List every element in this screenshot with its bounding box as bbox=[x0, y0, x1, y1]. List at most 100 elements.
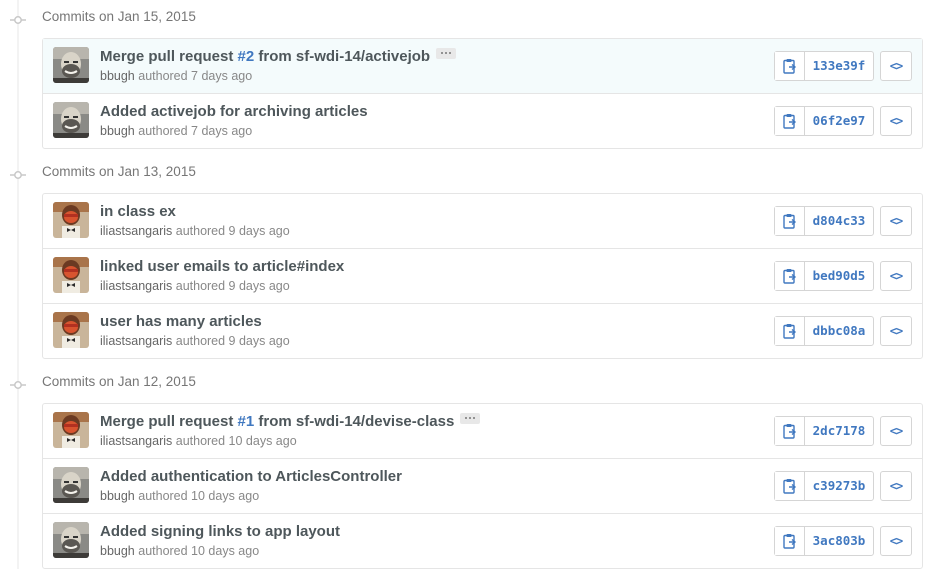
commit-meta: iliastsangaris authored 9 days ago bbox=[100, 279, 290, 293]
commit-time: authored 7 days ago bbox=[134, 124, 253, 138]
code-icon: <> bbox=[889, 59, 903, 73]
sha-button-group: c39273b bbox=[774, 471, 874, 501]
sha-button-group: dbbc08a bbox=[774, 316, 874, 346]
commit-message[interactable]: Merge pull request #1 from sf-wdi-14/dev… bbox=[100, 413, 481, 430]
browse-repository-button[interactable]: <> bbox=[880, 106, 912, 136]
commit-message-suffix: from sf-wdi-14/devise-class bbox=[254, 413, 455, 430]
ellipsis-icon[interactable] bbox=[460, 413, 481, 424]
commit-author[interactable]: iliastsangaris bbox=[100, 434, 172, 448]
commit-author[interactable]: iliastsangaris bbox=[100, 224, 172, 238]
code-icon: <> bbox=[889, 479, 903, 493]
commit-message[interactable]: linked user emails to article#index bbox=[100, 258, 344, 275]
commit-time: authored 7 days ago bbox=[134, 69, 253, 83]
commit-row: in class ex iliastsangaris authored 9 day… bbox=[43, 194, 922, 248]
avatar[interactable] bbox=[53, 312, 89, 348]
sha-button-group: 3ac803b bbox=[774, 526, 874, 556]
commit-list: Merge pull request #2 from sf-wdi-14/act… bbox=[42, 38, 923, 149]
commit-author[interactable]: bbugh bbox=[100, 124, 135, 138]
commit-sha-link[interactable]: 2dc7178 bbox=[805, 417, 873, 445]
sha-button-group: 133e39f bbox=[774, 51, 874, 81]
copy-sha-button[interactable] bbox=[775, 207, 805, 235]
code-icon: <> bbox=[889, 269, 903, 283]
browse-repository-button[interactable]: <> bbox=[880, 261, 912, 291]
code-icon: <> bbox=[889, 214, 903, 228]
commit-author[interactable]: bbugh bbox=[100, 489, 135, 503]
code-icon: <> bbox=[889, 534, 903, 548]
commit-meta: iliastsangaris authored 9 days ago bbox=[100, 334, 290, 348]
commit-sha-link[interactable]: 06f2e97 bbox=[805, 107, 873, 135]
commit-sha-link[interactable]: bed90d5 bbox=[805, 262, 873, 290]
browse-repository-button[interactable]: <> bbox=[880, 206, 912, 236]
commit-meta: bbugh authored 7 days ago bbox=[100, 69, 252, 83]
commit-time: authored 10 days ago bbox=[134, 489, 260, 503]
commit-message[interactable]: user has many articles bbox=[100, 313, 262, 330]
commit-row: Merge pull request #1 from sf-wdi-14/dev… bbox=[43, 404, 922, 458]
pull-request-link[interactable]: #1 bbox=[238, 413, 255, 430]
sha-button-group: 2dc7178 bbox=[774, 416, 874, 446]
avatar[interactable] bbox=[53, 412, 89, 448]
commit-meta: iliastsangaris authored 10 days ago bbox=[100, 434, 297, 448]
commit-group-date: Commits on Jan 13, 2015 bbox=[42, 164, 196, 179]
commit-meta: bbugh authored 7 days ago bbox=[100, 124, 252, 138]
commit-author[interactable]: bbugh bbox=[100, 69, 135, 83]
browse-repository-button[interactable]: <> bbox=[880, 526, 912, 556]
commit-row: Added signing links to app layout bbugh a… bbox=[43, 513, 922, 568]
browse-repository-button[interactable]: <> bbox=[880, 51, 912, 81]
browse-repository-button[interactable]: <> bbox=[880, 471, 912, 501]
copy-sha-button[interactable] bbox=[775, 52, 805, 80]
commit-row: user has many articles iliastsangaris aut… bbox=[43, 303, 922, 358]
commit-message[interactable]: Merge pull request #2 from sf-wdi-14/act… bbox=[100, 48, 457, 65]
copy-sha-button[interactable] bbox=[775, 262, 805, 290]
commit-author[interactable]: bbugh bbox=[100, 544, 135, 558]
pull-request-link[interactable]: #2 bbox=[238, 48, 255, 65]
commit-message[interactable]: Added authentication to ArticlesControll… bbox=[100, 468, 402, 485]
copy-sha-button[interactable] bbox=[775, 107, 805, 135]
code-icon: <> bbox=[889, 324, 903, 338]
ellipsis-icon[interactable] bbox=[436, 48, 457, 59]
commit-sha-link[interactable]: 133e39f bbox=[805, 52, 873, 80]
commit-time: authored 9 days ago bbox=[172, 224, 290, 238]
commit-author[interactable]: iliastsangaris bbox=[100, 334, 172, 348]
commit-sha-link[interactable]: 3ac803b bbox=[805, 527, 873, 555]
copy-sha-button[interactable] bbox=[775, 472, 805, 500]
commit-sha-link[interactable]: c39273b bbox=[805, 472, 873, 500]
commit-message-prefix: Merge pull request bbox=[100, 413, 238, 430]
commit-list: in class ex iliastsangaris authored 9 day… bbox=[42, 193, 923, 359]
commit-message-suffix: from sf-wdi-14/activejob bbox=[254, 48, 431, 65]
avatar[interactable] bbox=[53, 47, 89, 83]
commit-author[interactable]: iliastsangaris bbox=[100, 279, 172, 293]
commit-group-header: Commits on Jan 12, 2015 bbox=[0, 371, 932, 393]
commit-meta: iliastsangaris authored 9 days ago bbox=[100, 224, 290, 238]
avatar[interactable] bbox=[53, 202, 89, 238]
commit-row: Added authentication to ArticlesControll… bbox=[43, 458, 922, 513]
avatar[interactable] bbox=[53, 522, 89, 558]
copy-sha-button[interactable] bbox=[775, 317, 805, 345]
avatar[interactable] bbox=[53, 467, 89, 503]
avatar[interactable] bbox=[53, 102, 89, 138]
avatar[interactable] bbox=[53, 257, 89, 293]
commit-time: authored 9 days ago bbox=[172, 279, 290, 293]
copy-sha-button[interactable] bbox=[775, 417, 805, 445]
git-commit-icon bbox=[10, 377, 26, 389]
commit-group-header: Commits on Jan 15, 2015 bbox=[0, 6, 932, 28]
commit-meta: bbugh authored 10 days ago bbox=[100, 489, 259, 503]
commit-message[interactable]: Added activejob for archiving articles bbox=[100, 103, 368, 120]
commit-row: linked user emails to article#index ilias… bbox=[43, 248, 922, 303]
commit-time: authored 10 days ago bbox=[172, 434, 297, 448]
code-icon: <> bbox=[889, 424, 903, 438]
commit-message[interactable]: in class ex bbox=[100, 203, 176, 220]
timeline-line bbox=[17, 0, 19, 569]
sha-button-group: 06f2e97 bbox=[774, 106, 874, 136]
git-commit-icon bbox=[10, 12, 26, 24]
commit-sha-link[interactable]: d804c33 bbox=[805, 207, 873, 235]
commit-group-header: Commits on Jan 13, 2015 bbox=[0, 161, 932, 183]
commit-row: Added activejob for archiving articles bb… bbox=[43, 93, 922, 148]
browse-repository-button[interactable]: <> bbox=[880, 416, 912, 446]
browse-repository-button[interactable]: <> bbox=[880, 316, 912, 346]
commit-message[interactable]: Added signing links to app layout bbox=[100, 523, 340, 540]
copy-sha-button[interactable] bbox=[775, 527, 805, 555]
commit-message-prefix: Merge pull request bbox=[100, 48, 238, 65]
commit-sha-link[interactable]: dbbc08a bbox=[805, 317, 873, 345]
code-icon: <> bbox=[889, 114, 903, 128]
git-commit-icon bbox=[10, 167, 26, 179]
